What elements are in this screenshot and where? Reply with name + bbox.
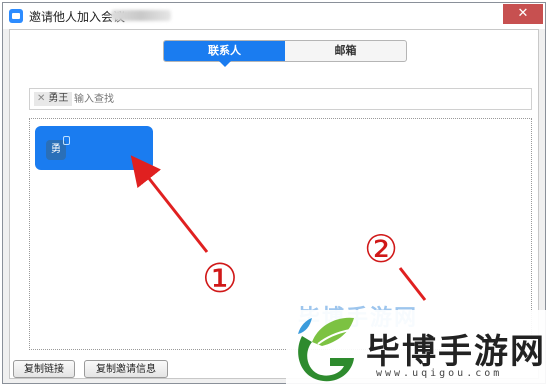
marker-1: ① [202, 256, 238, 302]
site-watermark: 毕博手游网 毕博手游网 www.uqigou.com [278, 300, 550, 388]
leaf-logo-icon [298, 317, 354, 382]
marker-2: ② [364, 227, 398, 271]
watermark-brand: 毕博手游网 [366, 332, 546, 372]
arrow-2 [398, 267, 427, 301]
arrow-1 [130, 155, 209, 253]
watermark-url: www.uqigou.com [376, 368, 503, 379]
